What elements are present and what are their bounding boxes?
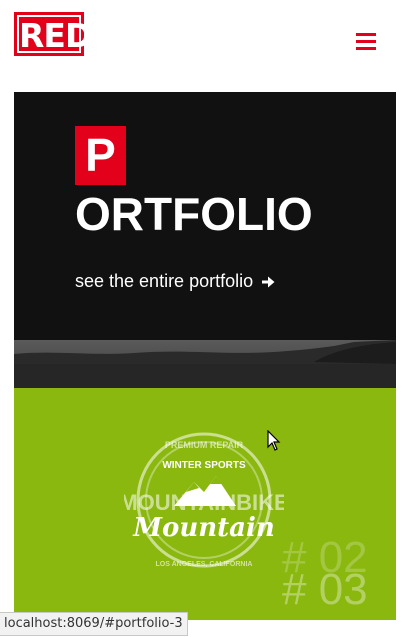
badge-script-text: Mountain (132, 513, 275, 543)
badge-big-text: MOUNTAINBIKE (124, 490, 284, 515)
mountain-badge-logo: PREMIUM REPAIR WINTER SPORTS MOUNTAINBIK… (124, 432, 284, 568)
badge-top-text: PREMIUM REPAIR (165, 440, 244, 450)
arrow-right-icon (262, 276, 275, 288)
badge-sub-text: WINTER SPORTS (162, 460, 246, 471)
landscape-image (14, 340, 396, 388)
portfolio-initial: P (75, 126, 126, 185)
browser-status-bar: localhost:8069/#portfolio-3 (0, 612, 188, 636)
portfolio-item-3[interactable]: PREMIUM REPAIR WINTER SPORTS MOUNTAINBIK… (14, 388, 396, 620)
see-portfolio-label: see the entire portfolio (75, 271, 254, 291)
site-header: RED (0, 0, 412, 84)
portfolio-section: P ORTFOLIO see the entire portfolio (14, 92, 396, 388)
badge-bottom-text: LOS ANGELES, CALIFORNIA (156, 561, 253, 568)
logo[interactable]: RED (14, 12, 92, 56)
mouse-cursor-icon (267, 430, 281, 451)
portfolio-title: ORTFOLIO (75, 188, 313, 240)
portfolio-number-front: # 03 (282, 565, 368, 614)
hamburger-menu-icon[interactable] (356, 33, 376, 50)
logo-text: RED (17, 15, 92, 55)
status-url: localhost:8069/#portfolio-3 (4, 616, 183, 631)
see-portfolio-link[interactable]: see the entire portfolio (75, 270, 276, 292)
